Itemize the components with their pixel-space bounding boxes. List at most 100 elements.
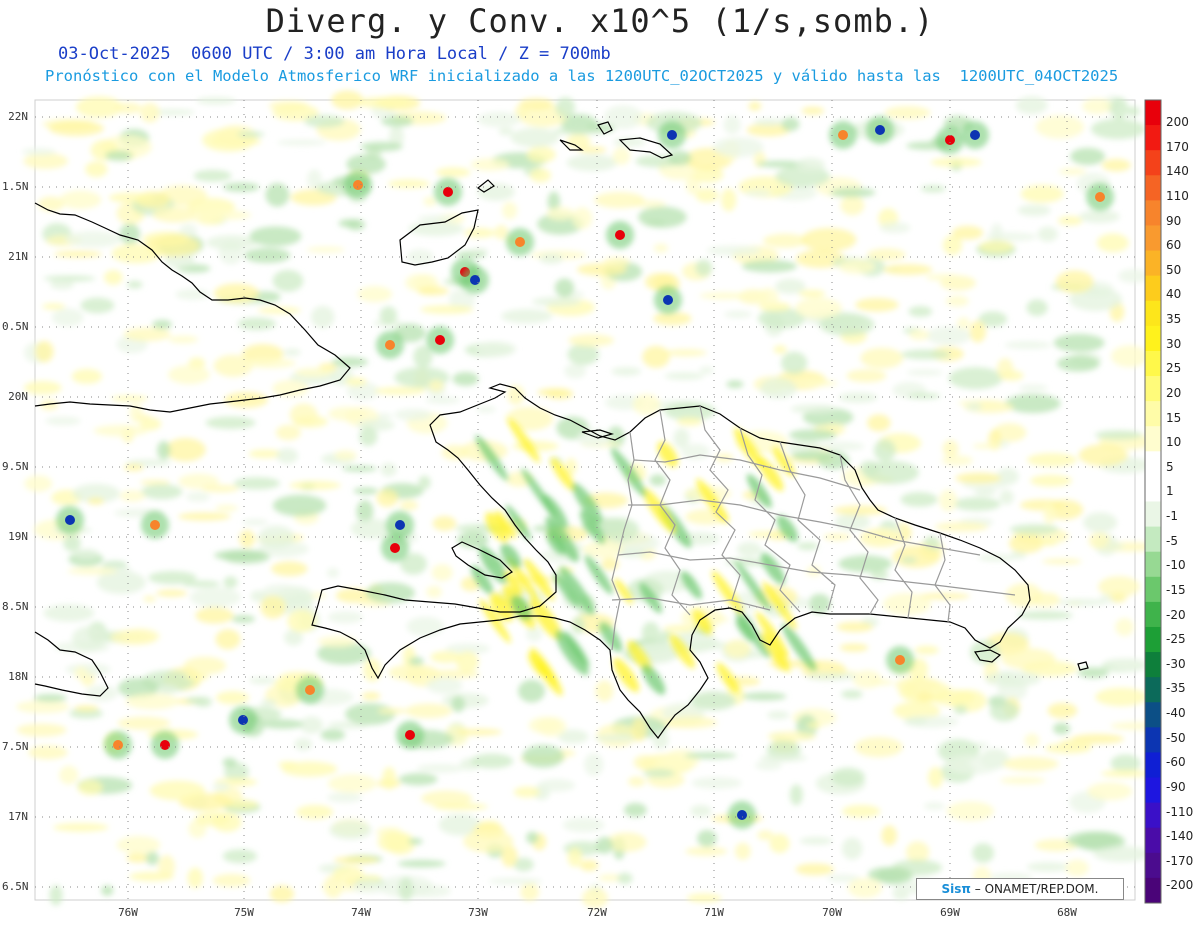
field-cell — [945, 295, 969, 307]
field-cell — [724, 310, 753, 319]
field-cell — [260, 698, 277, 707]
field-cell — [985, 671, 1041, 687]
field-cell — [781, 117, 800, 132]
field-cell — [350, 518, 393, 539]
field-cell — [721, 188, 737, 212]
field-cell — [376, 489, 399, 508]
field-cell — [903, 715, 959, 728]
field-cell — [555, 97, 576, 118]
field-cell — [23, 153, 69, 170]
field-cell — [571, 616, 585, 635]
field-cell — [432, 516, 457, 531]
field-cell — [643, 768, 675, 778]
colorbar-label: 110 — [1166, 188, 1189, 203]
field-cell — [972, 843, 995, 863]
field-cell — [345, 377, 368, 387]
field-cell — [663, 749, 700, 771]
field-cell — [418, 475, 431, 490]
colorbar-swatch — [1145, 551, 1161, 578]
colorbar-label: -10 — [1166, 558, 1186, 573]
colorbar-swatch — [1145, 752, 1161, 779]
colorbar-swatch — [1145, 877, 1161, 904]
field-cell — [65, 663, 111, 676]
field-cell — [1057, 215, 1083, 226]
field-cell — [846, 369, 887, 383]
field-cell — [1019, 384, 1048, 392]
field-cell — [276, 139, 327, 146]
field-cell — [212, 782, 230, 792]
convective-cell — [886, 646, 914, 674]
field-cell — [759, 754, 808, 762]
field-cell — [85, 161, 108, 178]
field-cell — [807, 722, 822, 729]
field-cell — [93, 424, 149, 437]
field-cell — [1026, 452, 1078, 467]
field-cell — [1052, 722, 1071, 735]
cell-core — [238, 715, 248, 725]
field-cell — [502, 201, 518, 220]
cell-core — [945, 135, 955, 145]
field-cell — [405, 703, 453, 719]
cell-core — [875, 125, 885, 135]
field-cell — [795, 157, 826, 173]
field-cell — [526, 626, 543, 642]
colorbar-swatch — [1145, 802, 1161, 829]
field-cell — [356, 96, 411, 109]
field-cell — [222, 182, 260, 192]
field-cell — [361, 692, 381, 700]
field-cell — [1053, 333, 1105, 352]
field-cell — [838, 259, 876, 275]
colorbar-label: 35 — [1166, 312, 1182, 326]
field-cell — [294, 738, 313, 751]
field-cell — [360, 141, 403, 152]
field-cell — [327, 774, 378, 793]
field-cell — [103, 269, 123, 286]
colorbar-swatch — [1145, 501, 1161, 528]
colorbar-label: -90 — [1166, 779, 1186, 794]
field-cell — [664, 372, 705, 380]
field-cell — [930, 157, 983, 168]
colorbar-label: -140 — [1166, 829, 1194, 844]
cell-core — [838, 130, 848, 140]
colorbar-label: -60 — [1166, 755, 1186, 770]
field-cell — [653, 311, 692, 326]
field-cell — [399, 500, 419, 511]
field-cell — [168, 335, 199, 344]
field-cell — [470, 158, 510, 171]
colorbar-label: -1 — [1166, 509, 1178, 523]
field-cell — [923, 802, 945, 810]
field-cell — [187, 867, 204, 889]
field-cell — [23, 380, 62, 395]
colorbar-swatch — [1145, 702, 1161, 728]
field-cell — [892, 544, 941, 568]
field-cell — [946, 801, 995, 822]
field-cell — [258, 525, 295, 549]
lon-label: 69W — [940, 906, 960, 919]
field-cell — [1000, 776, 1046, 785]
field-cell — [214, 549, 265, 561]
field-cell — [110, 395, 149, 402]
convective-cell — [506, 228, 534, 256]
field-cell — [978, 240, 1014, 254]
lat-label: 8.5N — [2, 600, 29, 613]
field-cell — [594, 191, 645, 209]
field-cell — [545, 388, 574, 400]
colorbar-label: -110 — [1166, 804, 1194, 819]
field-cell — [156, 589, 188, 597]
field-cell — [158, 854, 176, 879]
colorbar-label: 25 — [1166, 361, 1182, 376]
field-cell — [920, 185, 946, 193]
field-cell — [1066, 831, 1120, 849]
field-cell — [114, 102, 142, 114]
field-cell — [567, 343, 600, 366]
field-cell — [477, 111, 522, 128]
lat-label: 1.5N — [2, 180, 29, 193]
field-cell — [457, 531, 489, 549]
model-info-line: Pronóstico con el Modelo Atmosferico WRF… — [45, 67, 1119, 85]
field-cell — [1095, 687, 1148, 707]
field-cell — [741, 259, 797, 273]
field-cell — [915, 692, 934, 702]
cell-core — [405, 730, 415, 740]
lat-label: 9.5N — [2, 460, 29, 473]
field-cell — [272, 379, 309, 398]
